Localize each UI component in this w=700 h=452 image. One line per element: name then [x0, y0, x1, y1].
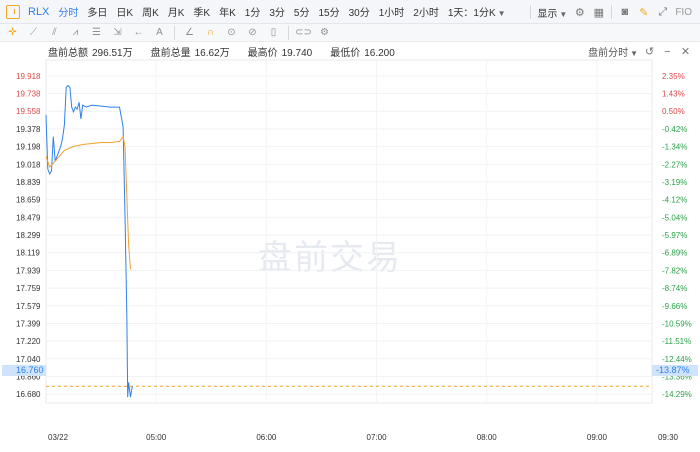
y-tick-label-right: -7.82%: [662, 266, 687, 275]
y-tick-label-right: -10.59%: [662, 319, 692, 328]
y-tick-label-left: 19.018: [16, 160, 41, 169]
y-tick-label-left: 17.759: [16, 284, 41, 293]
x-tick-label: 09:00: [587, 433, 608, 442]
y-tick-label-right: -0.42%: [662, 125, 687, 134]
y-tick-label-right: -8.74%: [662, 284, 687, 293]
y-tick-label-right: 0.50%: [662, 107, 685, 116]
y-tick-label-left: 17.939: [16, 266, 41, 275]
y-tick-label-right: -9.66%: [662, 302, 687, 311]
y-tick-label-right: 2.35%: [662, 72, 685, 81]
y-tick-label-right: -5.04%: [662, 213, 687, 222]
y-tick-label-left: 17.399: [16, 319, 41, 328]
price-line: [45, 84, 133, 398]
y-tick-label-left: 18.839: [16, 178, 41, 187]
current-pct-tag: -13.87%: [652, 365, 698, 376]
y-tick-label-right: -6.89%: [662, 249, 687, 258]
x-tick-label: 06:00: [256, 433, 277, 442]
x-tick-label: 05:00: [146, 433, 167, 442]
x-tick-label: 07:00: [367, 433, 388, 442]
price-chart[interactable]: 19.918 2.35% 19.738 1.43% 19.558 0.50% 19.378 -…: [0, 0, 700, 452]
x-tick-label: 08:00: [477, 433, 498, 442]
y-tick-label-right: -2.27%: [662, 160, 687, 169]
y-tick-label-left: 18.119: [16, 249, 40, 258]
y-tick-label-right: -4.12%: [662, 196, 687, 205]
y-tick-label-left: 17.579: [16, 302, 41, 311]
y-tick-label-left: 19.918: [16, 72, 41, 81]
current-price-tag: 16.760: [2, 365, 46, 376]
y-tick-label-left: 18.659: [16, 196, 41, 205]
y-tick-label-right: -3.19%: [662, 178, 687, 187]
y-tick-label-right: -14.29%: [662, 390, 692, 399]
y-tick-label-left: 19.198: [16, 143, 41, 152]
y-tick-label-left: 19.738: [16, 90, 41, 99]
y-tick-label-left: 17.220: [16, 337, 41, 346]
y-tick-label-left: 18.299: [16, 231, 41, 240]
y-tick-label-left: 18.479: [16, 213, 41, 222]
y-tick-label-left: 17.040: [16, 355, 41, 364]
y-tick-label-right: -11.51%: [662, 337, 691, 346]
average-price-line: [45, 135, 131, 270]
y-tick-label-left: 19.558: [16, 107, 41, 116]
y-tick-label-right: -1.34%: [662, 143, 687, 152]
y-tick-label-right: -5.97%: [662, 231, 687, 240]
y-tick-label-left: 16.680: [16, 390, 41, 399]
y-tick-label-right: -12.44%: [662, 355, 692, 364]
x-tick-label: 09:30: [658, 433, 679, 442]
x-tick-label: 03/22: [48, 433, 69, 442]
y-tick-label-left: 19.378: [16, 125, 41, 134]
y-tick-label-right: 1.43%: [662, 90, 685, 99]
